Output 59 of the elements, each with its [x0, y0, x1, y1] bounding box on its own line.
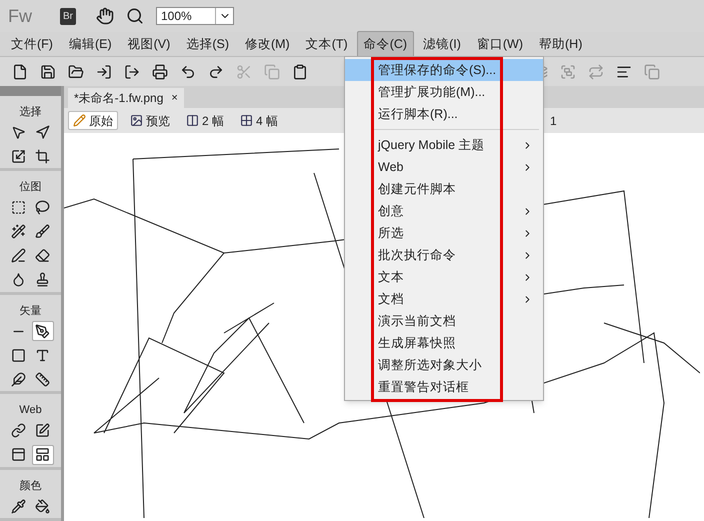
- export-icon[interactable]: [124, 64, 140, 80]
- menu-item[interactable]: 视图(V): [120, 30, 178, 58]
- import-icon[interactable]: [96, 64, 112, 80]
- align-icon[interactable]: [616, 64, 632, 80]
- menu-item[interactable]: 文件(F): [4, 30, 60, 58]
- menu-item[interactable]: 文本(T): [298, 30, 355, 58]
- zoom-field[interactable]: 100%: [156, 7, 234, 25]
- menu-option[interactable]: 生成屏幕快照: [345, 332, 543, 354]
- tool-section-title: Web: [18, 403, 43, 418]
- undo-icon[interactable]: [180, 64, 196, 80]
- menu-option[interactable]: 演示当前文档: [345, 310, 543, 332]
- save-icon[interactable]: [40, 64, 56, 80]
- document-title: *未命名-1.fw.png: [74, 90, 164, 107]
- two-panel-icon: [186, 114, 199, 127]
- redo-icon[interactable]: [208, 64, 224, 80]
- tool-section-title: 位图: [18, 180, 42, 195]
- menu-item[interactable]: 修改(M): [238, 30, 297, 58]
- app-logo: Fw: [8, 4, 33, 28]
- open-folder-icon[interactable]: [68, 64, 84, 80]
- paste-icon[interactable]: [292, 64, 308, 80]
- menu-option[interactable]: 所选: [345, 222, 543, 244]
- menu-option[interactable]: 调整所选对象大小: [345, 354, 543, 376]
- landscape-icon: [130, 114, 143, 127]
- tool-section-title: 颜色: [18, 478, 42, 494]
- menu-option[interactable]: jQuery Mobile 主题: [345, 134, 543, 156]
- four-panel-icon: [240, 114, 254, 127]
- menu-option[interactable]: 创意: [345, 200, 543, 222]
- view-mode-button[interactable]: 4 幅: [236, 111, 282, 130]
- pencil-icon: [73, 114, 86, 127]
- menu-option[interactable]: 文本: [345, 266, 543, 288]
- menu-option[interactable]: 文档: [345, 288, 543, 310]
- view-bar-label: 1: [550, 112, 557, 130]
- menu-item[interactable]: 滤镜(I): [416, 30, 468, 58]
- close-tab-button[interactable]: ×: [171, 90, 178, 106]
- menu-option[interactable]: 创建元件脚本: [345, 178, 543, 200]
- document-tab[interactable]: *未命名-1.fw.png ×: [68, 88, 184, 108]
- search-icon[interactable]: [126, 7, 144, 25]
- menu-option[interactable]: 批次执行命令: [345, 244, 543, 266]
- menu-option[interactable]: 管理扩展功能(M)...: [345, 81, 543, 103]
- hand-icon[interactable]: [96, 7, 114, 25]
- view-mode-button[interactable]: 原始: [68, 111, 118, 130]
- menu-item[interactable]: 编辑(E): [62, 30, 119, 58]
- menu-item[interactable]: 选择(S): [179, 30, 236, 58]
- menu-option[interactable]: 重置警告对话框: [345, 376, 543, 398]
- bridge-badge[interactable]: Br: [60, 8, 76, 24]
- tool-section-title: 矢量: [18, 304, 42, 318]
- tool-section-title: 选择: [18, 104, 42, 120]
- menu-item[interactable]: 窗口(W): [470, 30, 530, 58]
- menu-option[interactable]: 管理保存的命令(S)...: [345, 59, 543, 81]
- menu-item[interactable]: 帮助(H): [532, 30, 590, 58]
- view-mode-button[interactable]: 预览: [126, 111, 174, 130]
- pen-icon[interactable]: [32, 321, 54, 341]
- menu-item[interactable]: 命令(C): [356, 30, 414, 58]
- panel-header-bar: [0, 86, 61, 96]
- view-mode-button[interactable]: 2 幅: [182, 111, 228, 130]
- new-file-icon[interactable]: [12, 64, 28, 80]
- menu-option[interactable]: 运行脚本(R)...: [345, 103, 543, 125]
- print-icon[interactable]: [152, 64, 168, 80]
- menu-option[interactable]: Web: [345, 156, 543, 178]
